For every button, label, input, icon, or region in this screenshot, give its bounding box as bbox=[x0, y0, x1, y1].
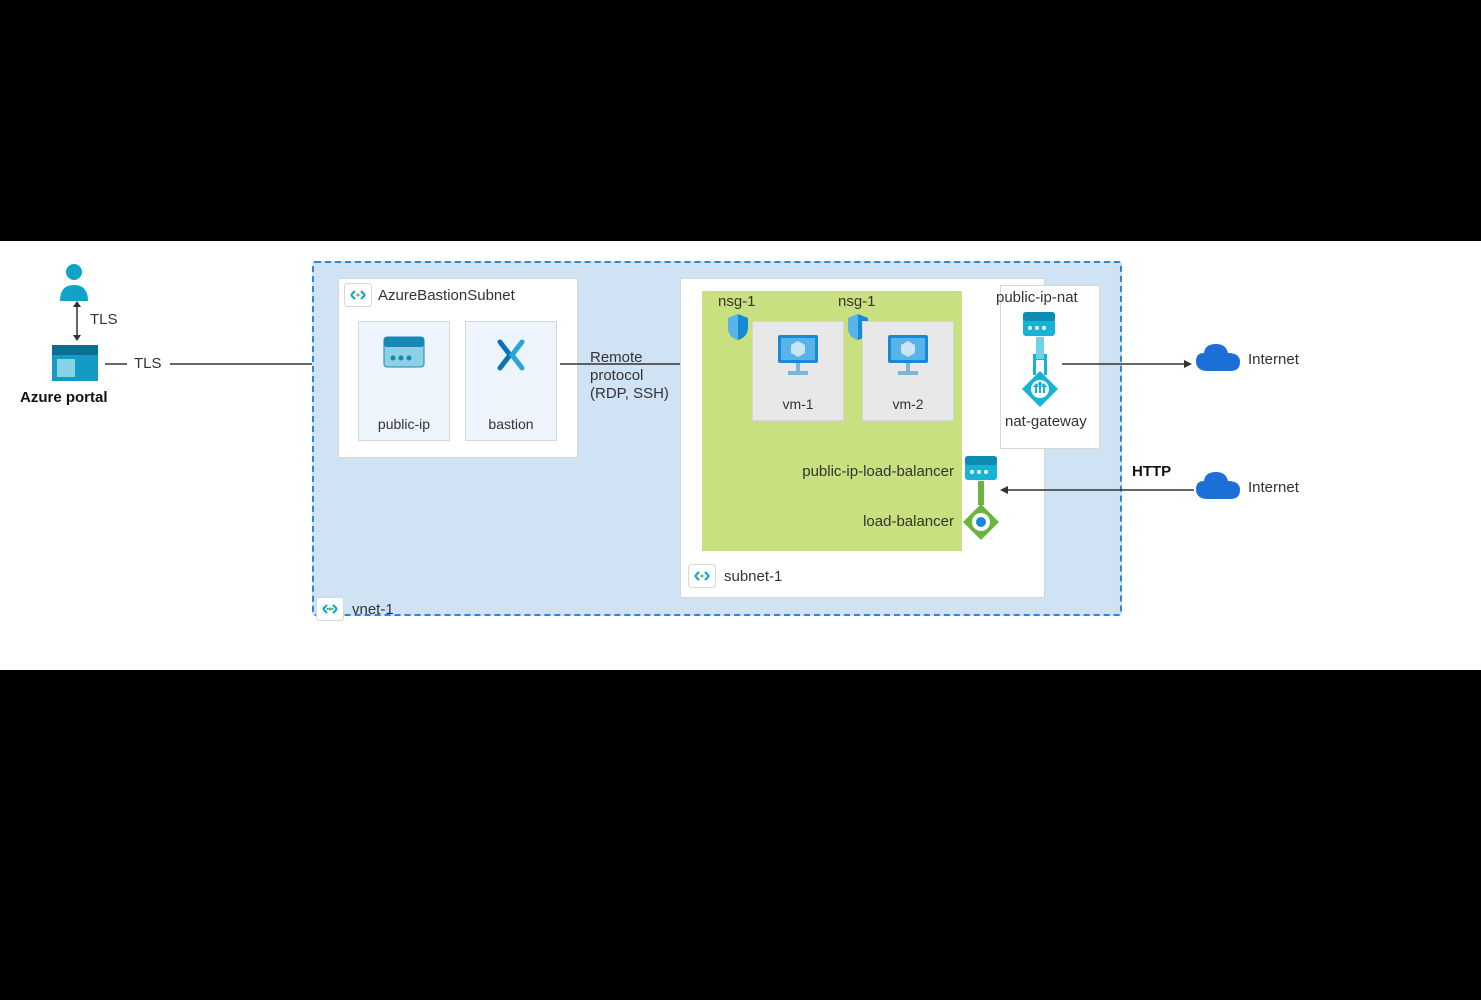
nsg-label-b: nsg-1 bbox=[838, 293, 876, 310]
vm1-label: vm-1 bbox=[753, 396, 843, 412]
vm2-icon bbox=[863, 332, 953, 378]
internet-label-1: Internet bbox=[1248, 351, 1299, 368]
cloud-icon-2 bbox=[1194, 469, 1242, 503]
vnet-label: vnet-1 bbox=[352, 601, 394, 618]
azure-portal-label: Azure portal bbox=[20, 389, 108, 406]
load-balancer-label: load-balancer bbox=[846, 513, 954, 530]
public-ip-lb-icon bbox=[964, 455, 998, 481]
user-icon bbox=[54, 261, 94, 301]
vm2-label: vm-2 bbox=[863, 396, 953, 412]
tls-label-2: TLS bbox=[134, 355, 162, 372]
public-ip-icon bbox=[359, 332, 449, 372]
bastion-icon bbox=[466, 332, 556, 378]
vm1-icon bbox=[753, 332, 843, 378]
subnet1-badge-icon bbox=[688, 564, 716, 588]
diagram-canvas: TLS Azure portal TLS vnet-1 AzureBastion… bbox=[0, 241, 1481, 670]
bastion-subnet-label: AzureBastionSubnet bbox=[378, 287, 515, 304]
public-ip-label: public-ip bbox=[359, 416, 449, 432]
arrow-nat-internet bbox=[1062, 359, 1192, 369]
shield-icon-1 bbox=[726, 313, 750, 341]
public-ip-nat-icon bbox=[1022, 311, 1056, 337]
nsg-label-a: nsg-1 bbox=[718, 293, 756, 310]
arrow-http bbox=[1000, 485, 1194, 495]
azure-portal-icon bbox=[52, 345, 98, 381]
vnet-badge-icon bbox=[316, 597, 344, 621]
lb-connector bbox=[978, 481, 984, 505]
internet-label-2: Internet bbox=[1248, 479, 1299, 496]
subnet1-label: subnet-1 bbox=[724, 568, 782, 585]
vm2-card: vm-2 bbox=[862, 321, 954, 421]
line-portal-tls bbox=[105, 363, 127, 365]
cloud-icon-1 bbox=[1194, 341, 1242, 375]
bastion-subnet-badge-icon bbox=[344, 283, 372, 307]
vm1-card: vm-1 bbox=[752, 321, 844, 421]
nat-gateway-icon bbox=[1020, 369, 1060, 409]
http-label: HTTP bbox=[1132, 463, 1171, 480]
bastion-label: bastion bbox=[466, 416, 556, 432]
load-balancer-icon bbox=[962, 503, 1000, 541]
public-ip-card: public-ip bbox=[358, 321, 450, 441]
public-ip-nat-label: public-ip-nat bbox=[996, 289, 1078, 306]
public-ip-lb-label: public-ip-load-balancer bbox=[770, 463, 954, 480]
bastion-card: bastion bbox=[465, 321, 557, 441]
tls-label-1: TLS bbox=[90, 311, 118, 328]
remote-proto-3: (RDP, SSH) bbox=[590, 385, 669, 402]
arrow-user-portal bbox=[72, 301, 82, 341]
nat-gateway-label: nat-gateway bbox=[1005, 413, 1087, 430]
remote-proto-2: protocol bbox=[590, 367, 643, 384]
